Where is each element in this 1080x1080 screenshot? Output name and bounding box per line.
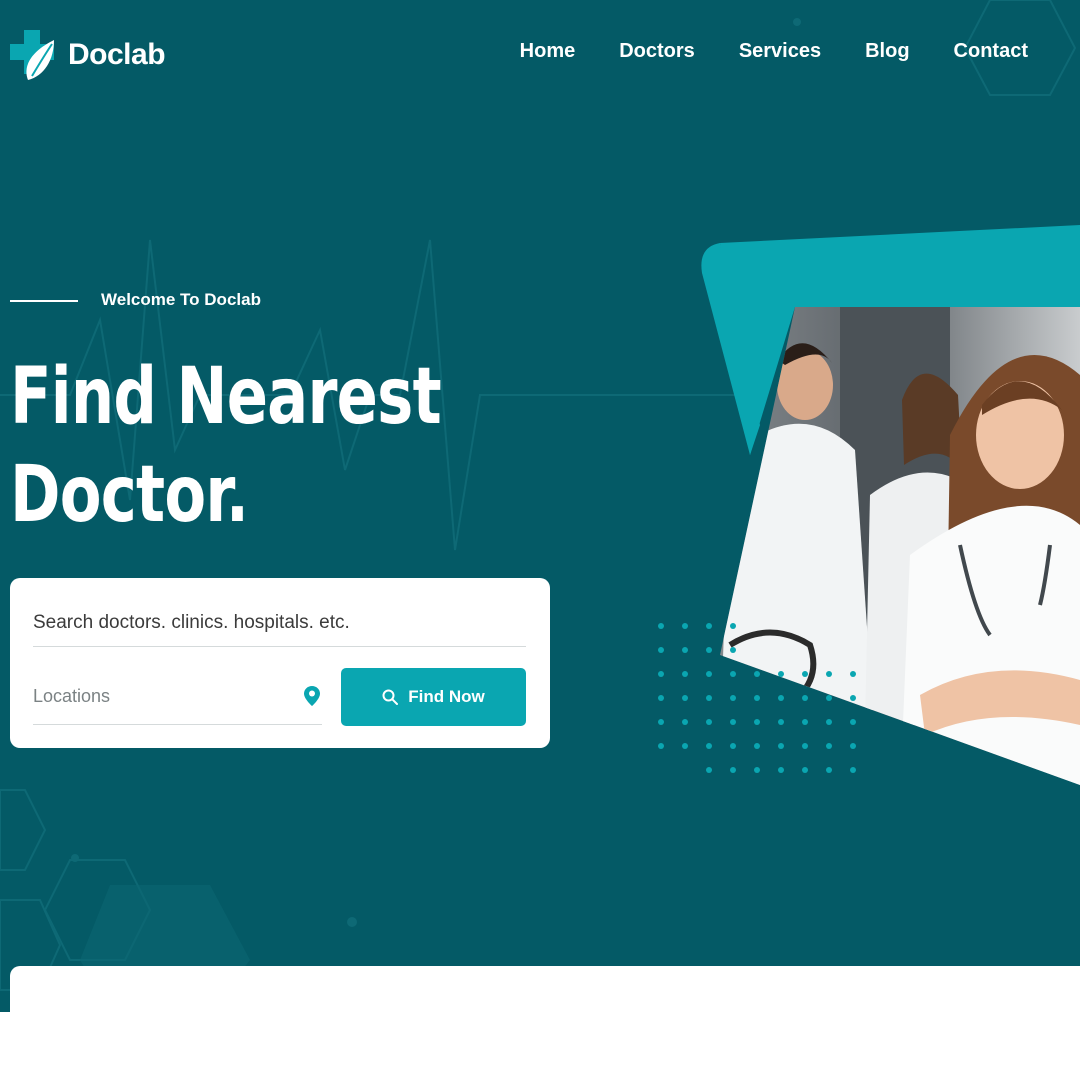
- bottom-card: [10, 966, 1080, 1026]
- location-input[interactable]: [33, 674, 288, 718]
- nav-home[interactable]: Home: [520, 40, 576, 63]
- decor-dot: [754, 719, 760, 725]
- decor-dot: [850, 743, 856, 749]
- decor-dot: [730, 671, 736, 677]
- search-icon: [382, 689, 399, 705]
- hero-section: Doclab Home Doctors Services Blog Contac…: [0, 0, 1080, 1012]
- decor-dot: [826, 695, 832, 701]
- decor-dot: [682, 647, 688, 653]
- decor-dot: [706, 695, 712, 701]
- decor-dot: [682, 695, 688, 701]
- decor-dot: [802, 671, 808, 677]
- decor-dot: [706, 743, 712, 749]
- decor-dot: [802, 719, 808, 725]
- decor-dot: [706, 623, 712, 629]
- decor-dot: [754, 743, 760, 749]
- nav-contact[interactable]: Contact: [954, 40, 1028, 63]
- decor-dot: [730, 719, 736, 725]
- logo-text: Doclab: [68, 38, 166, 71]
- decor-dot: [826, 767, 832, 773]
- decor-dot: [706, 671, 712, 677]
- decor-dot: [754, 671, 760, 677]
- welcome-text: Welcome To Doclab: [101, 290, 261, 309]
- main-nav: Home Doctors Services Blog Contact: [520, 40, 1028, 63]
- search-input[interactable]: [33, 600, 526, 647]
- decor-dot: [730, 695, 736, 701]
- logo[interactable]: Doclab: [10, 30, 166, 80]
- decor-dot: [754, 767, 760, 773]
- decor-dot: [658, 743, 664, 749]
- logo-cross-leaf-icon: [10, 30, 54, 80]
- decor-dot: [850, 767, 856, 773]
- decor-dot: [850, 719, 856, 725]
- decor-dot: [706, 767, 712, 773]
- decor-dot: [658, 647, 664, 653]
- decor-dot: [682, 671, 688, 677]
- decor-dot: [802, 743, 808, 749]
- decor-dot: [658, 695, 664, 701]
- decor-dot: [778, 743, 784, 749]
- decor-dot: [826, 743, 832, 749]
- decor-dot: [778, 695, 784, 701]
- decor-dot: [778, 671, 784, 677]
- decor-dot: [778, 719, 784, 725]
- decor-dot: [682, 623, 688, 629]
- decor-dot: [730, 647, 736, 653]
- decor-dot: [826, 719, 832, 725]
- decor-dot: [802, 767, 808, 773]
- nav-doctors[interactable]: Doctors: [619, 40, 695, 63]
- find-now-button[interactable]: Find Now: [341, 668, 526, 726]
- decor-dot: [802, 695, 808, 701]
- decor-dot: [754, 695, 760, 701]
- decor-dot: [730, 623, 736, 629]
- decor-dot: [682, 719, 688, 725]
- headline-line-1: Find Nearest: [10, 352, 442, 442]
- decor-dot: [850, 671, 856, 677]
- decor-dot: [826, 671, 832, 677]
- location-field: [33, 674, 322, 725]
- search-card: Find Now: [10, 578, 550, 748]
- decor-dot: [778, 767, 784, 773]
- decor-dot: [658, 623, 664, 629]
- find-now-label: Find Now: [408, 687, 485, 706]
- headline-line-2: Doctor.: [10, 450, 249, 540]
- decor-dot: [658, 719, 664, 725]
- decor-dot: [730, 767, 736, 773]
- decor-dot: [850, 695, 856, 701]
- nav-services[interactable]: Services: [739, 40, 821, 63]
- location-pin-icon: [304, 686, 320, 706]
- decor-dot: [658, 671, 664, 677]
- decor-dot: [706, 647, 712, 653]
- decor-dot: [682, 743, 688, 749]
- hero-headline: Find Nearest Doctor.: [10, 348, 442, 544]
- decor-dot: [706, 719, 712, 725]
- dot-pattern: [658, 623, 856, 773]
- nav-blog[interactable]: Blog: [865, 40, 909, 63]
- decor-dot: [730, 743, 736, 749]
- welcome-divider: [10, 300, 78, 302]
